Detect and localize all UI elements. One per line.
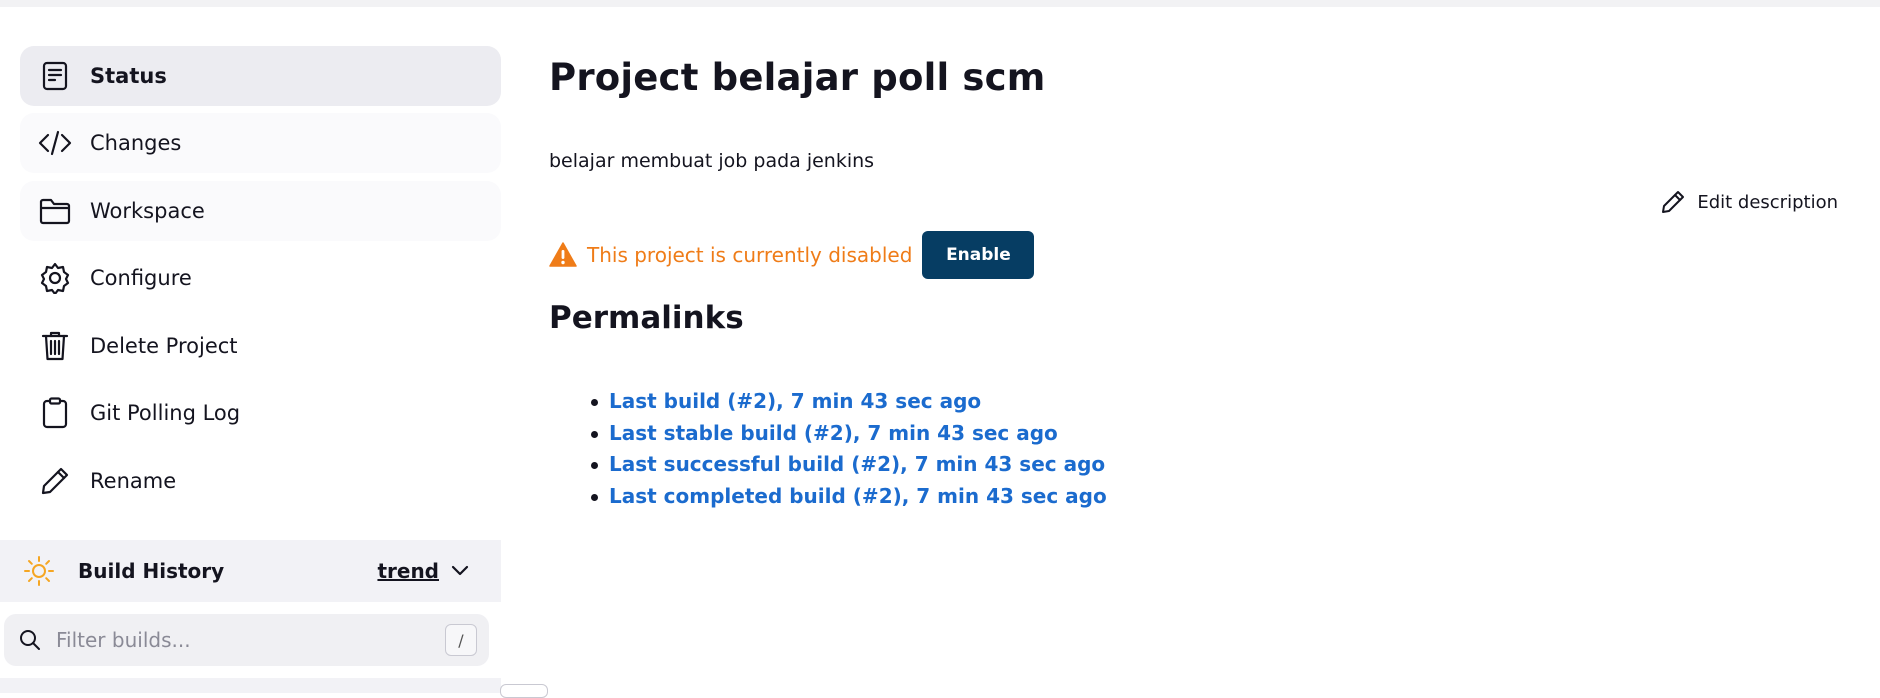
list-item: Last completed build (#2), 7 min 43 sec … bbox=[589, 481, 1107, 513]
sidebar-item-label: Rename bbox=[90, 469, 177, 493]
filter-builds-box: / bbox=[4, 614, 489, 666]
sidebar-item-rename[interactable]: Rename bbox=[20, 451, 501, 511]
code-icon bbox=[20, 130, 90, 156]
build-list-peek bbox=[0, 678, 501, 693]
trend-link[interactable]: trend bbox=[377, 559, 439, 583]
sidebar-item-label: Changes bbox=[90, 131, 182, 155]
sidebar-item-workspace[interactable]: Workspace bbox=[20, 181, 501, 241]
sidebar-item-label: Status bbox=[90, 64, 167, 88]
filter-builds-input[interactable] bbox=[56, 628, 445, 652]
gear-icon bbox=[20, 262, 90, 294]
permalink-last-build[interactable]: Last build (#2), 7 min 43 sec ago bbox=[609, 389, 981, 413]
sidebar-item-configure[interactable]: Configure bbox=[20, 248, 501, 308]
search-icon bbox=[4, 629, 56, 651]
sidebar-item-status[interactable]: Status bbox=[20, 46, 501, 106]
pencil-icon bbox=[20, 466, 90, 496]
warning-icon bbox=[549, 242, 577, 268]
sidebar-item-delete-project[interactable]: Delete Project bbox=[20, 316, 501, 376]
build-history-header: Build History trend bbox=[0, 540, 501, 602]
permalink-last-successful-build[interactable]: Last successful build (#2), 7 min 43 sec… bbox=[609, 452, 1105, 476]
scroll-element-peek bbox=[500, 684, 548, 698]
permalinks-title: Permalinks bbox=[549, 300, 744, 336]
list-item: Last build (#2), 7 min 43 sec ago bbox=[589, 386, 1107, 418]
chevron-down-icon[interactable] bbox=[451, 565, 501, 577]
disabled-notice: This project is currently disabled Enabl… bbox=[549, 231, 1035, 279]
sidebar-item-changes[interactable]: Changes bbox=[20, 113, 501, 173]
list-item: Last successful build (#2), 7 min 43 sec… bbox=[589, 449, 1107, 481]
keyboard-shortcut-hint: / bbox=[445, 624, 477, 656]
sidebar-item-label: Configure bbox=[90, 266, 192, 290]
clipboard-icon bbox=[20, 397, 90, 429]
list-item: Last stable build (#2), 7 min 43 sec ago bbox=[589, 418, 1107, 450]
permalink-last-stable-build[interactable]: Last stable build (#2), 7 min 43 sec ago bbox=[609, 421, 1058, 445]
sidebar-item-git-polling-log[interactable]: Git Polling Log bbox=[20, 383, 501, 443]
pencil-icon bbox=[1661, 190, 1685, 214]
edit-description-link[interactable]: Edit description bbox=[1661, 190, 1838, 214]
enable-button[interactable]: Enable bbox=[922, 231, 1035, 279]
project-description: belajar membuat job pada jenkins bbox=[549, 150, 875, 172]
document-icon bbox=[20, 61, 90, 91]
main-content: Project belajar poll scm belajar membuat… bbox=[549, 0, 1880, 693]
trash-icon bbox=[20, 330, 90, 362]
permalinks-list: Last build (#2), 7 min 43 sec ago Last s… bbox=[589, 386, 1107, 512]
build-history-title: Build History bbox=[78, 559, 225, 583]
sidebar-item-label: Delete Project bbox=[90, 334, 238, 358]
disabled-notice-text: This project is currently disabled bbox=[587, 243, 913, 267]
permalink-last-completed-build[interactable]: Last completed build (#2), 7 min 43 sec … bbox=[609, 484, 1107, 508]
sidebar: Status Changes Workspace Configure Delet… bbox=[0, 0, 501, 693]
page-title: Project belajar poll scm bbox=[549, 56, 1046, 99]
sun-icon bbox=[0, 555, 78, 587]
folder-icon bbox=[20, 197, 90, 225]
sidebar-item-label: Workspace bbox=[90, 199, 205, 223]
sidebar-item-label: Git Polling Log bbox=[90, 401, 241, 425]
edit-description-label: Edit description bbox=[1697, 191, 1838, 213]
